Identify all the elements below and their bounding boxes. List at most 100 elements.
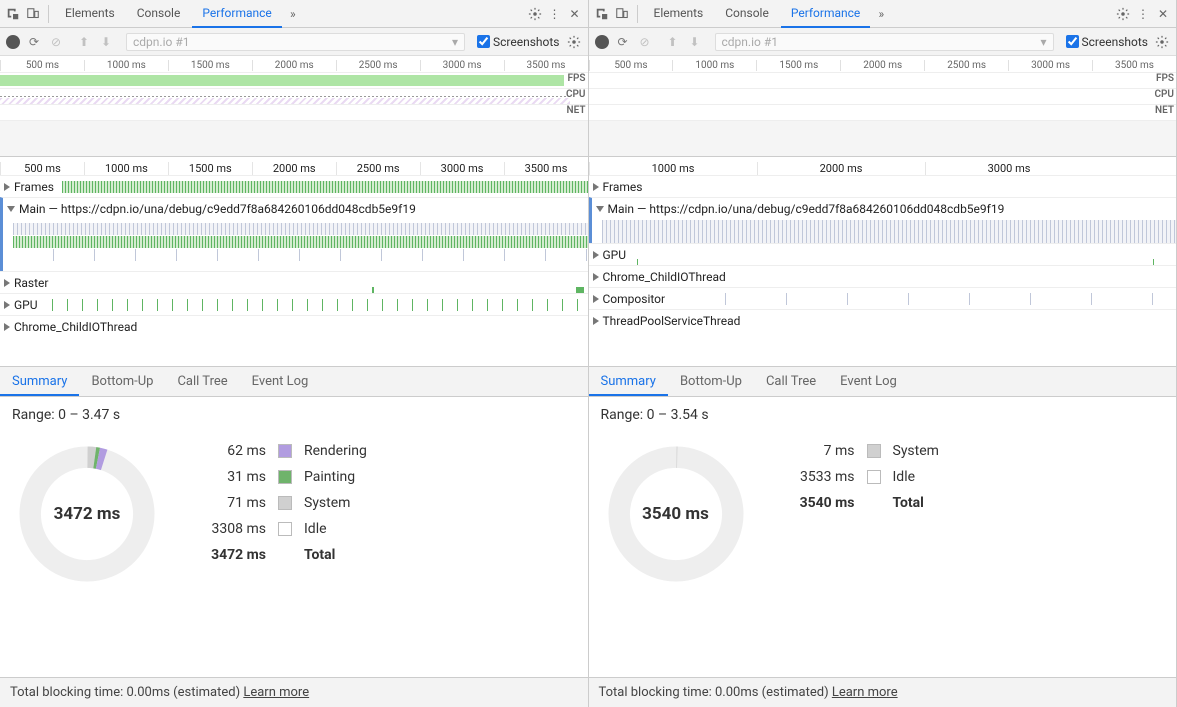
legend-row: 31 msPainting [192, 469, 367, 485]
chevron-down-icon [7, 206, 15, 212]
threadpool-label: ThreadPoolServiceThread [603, 314, 741, 328]
recording-selector[interactable]: cdpn.io #1 ▾ [715, 33, 1054, 51]
devtools-tabbar: Elements Console Performance » ⋮ ✕ [589, 0, 1177, 28]
reload-icon[interactable]: ⟳ [26, 34, 42, 50]
learn-more-link[interactable]: Learn more [243, 685, 309, 700]
kebab-icon[interactable]: ⋮ [1134, 5, 1152, 23]
tab-elements[interactable]: Elements [644, 0, 714, 28]
tab-bottomup[interactable]: Bottom-Up [79, 367, 165, 396]
tick: 1000 ms [672, 60, 756, 71]
cpu-label: CPU [566, 89, 586, 100]
donut-chart: 3540 ms [601, 439, 751, 589]
tab-bottomup[interactable]: Bottom-Up [668, 367, 754, 396]
gear-icon[interactable] [526, 5, 544, 23]
track-childio[interactable]: Chrome_ChildIOThread [0, 315, 588, 337]
track-gpu[interactable]: GPU [0, 293, 588, 315]
clear-icon[interactable]: ⊘ [48, 34, 64, 50]
tick: 1000 ms [84, 162, 168, 175]
settings-gear-icon[interactable] [1154, 34, 1170, 50]
overview-timeline[interactable]: 500 ms 1000 ms 1500 ms 2000 ms 2500 ms 3… [589, 56, 1177, 157]
tick: 2000 ms [252, 162, 336, 175]
tick: 3000 ms [420, 162, 504, 175]
track-gpu[interactable]: GPU [589, 243, 1177, 265]
kebab-icon[interactable]: ⋮ [546, 5, 564, 23]
save-icon[interactable]: ⬇ [98, 34, 114, 50]
flame-chart[interactable]: 1000 ms 2000 ms 3000 ms Frames Main — ht… [589, 157, 1177, 367]
chevron-right-icon [593, 273, 599, 281]
chevron-right-icon [4, 323, 10, 331]
tab-elements[interactable]: Elements [55, 0, 125, 28]
gear-icon[interactable] [1114, 5, 1132, 23]
load-icon[interactable]: ⬆ [665, 34, 681, 50]
cpu-label: CPU [1154, 89, 1174, 100]
legend-left: 62 msRendering31 msPainting71 msSystem33… [192, 439, 367, 667]
legend-swatch [278, 444, 292, 458]
device-toggle-icon[interactable] [613, 5, 631, 23]
tab-summary[interactable]: Summary [589, 367, 668, 396]
tab-eventlog[interactable]: Event Log [828, 367, 909, 396]
legend-swatch [278, 496, 292, 510]
fps-lane: FPS [589, 72, 1177, 88]
track-threadpool[interactable]: ThreadPoolServiceThread [589, 309, 1177, 331]
clear-icon[interactable]: ⊘ [637, 34, 653, 50]
main-bars [3, 220, 588, 271]
learn-more-link[interactable]: Learn more [832, 685, 898, 700]
tick: 2000 ms [252, 60, 336, 71]
track-main[interactable]: Main — https://cdpn.io/una/debug/c9edd7f… [0, 197, 588, 271]
flame-chart[interactable]: 500 ms 1000 ms 1500 ms 2000 ms 2500 ms 3… [0, 157, 588, 367]
settings-gear-icon[interactable] [566, 34, 582, 50]
load-icon[interactable]: ⬆ [76, 34, 92, 50]
detail-tabs: Summary Bottom-Up Call Tree Event Log [589, 367, 1177, 397]
close-icon[interactable]: ✕ [566, 5, 584, 23]
tab-eventlog[interactable]: Event Log [240, 367, 321, 396]
more-tabs-icon[interactable]: » [284, 5, 302, 23]
tick: 500 ms [0, 60, 84, 71]
record-button[interactable] [6, 35, 20, 49]
left-panel: Elements Console Performance » ⋮ ✕ ⟳ ⊘ ⬆… [0, 0, 589, 707]
main-label: Main — https://cdpn.io/una/debug/c9edd7f… [608, 202, 1005, 216]
tab-calltree[interactable]: Call Tree [165, 367, 239, 396]
screenshots-checkbox[interactable]: Screenshots [477, 35, 559, 49]
track-main[interactable]: Main — https://cdpn.io/una/debug/c9edd7f… [589, 197, 1177, 243]
gpu-label: GPU [603, 248, 627, 262]
recording-url: cdpn.io #1 [722, 35, 778, 49]
tab-calltree[interactable]: Call Tree [754, 367, 828, 396]
inspect-icon[interactable] [4, 5, 22, 23]
tick: 2500 ms [336, 60, 420, 71]
more-tabs-icon[interactable]: » [872, 5, 890, 23]
track-compositor[interactable]: Compositor [589, 287, 1177, 309]
track-childio[interactable]: Chrome_ChildIOThread [589, 265, 1177, 287]
legend-ms: 3472 ms [192, 547, 266, 563]
donut-chart: 3472 ms [12, 439, 162, 589]
reload-icon[interactable]: ⟳ [615, 34, 631, 50]
tab-console[interactable]: Console [127, 0, 191, 28]
legend-row: 71 msSystem [192, 495, 367, 511]
track-frames[interactable]: Frames [589, 175, 1177, 197]
save-icon[interactable]: ⬇ [687, 34, 703, 50]
legend-row: 3308 msIdle [192, 521, 367, 537]
tick: 3500 ms [1092, 60, 1176, 71]
tab-console[interactable]: Console [715, 0, 779, 28]
main-bars [602, 220, 1177, 243]
device-toggle-icon[interactable] [24, 5, 42, 23]
track-raster[interactable]: Raster [0, 271, 588, 293]
inspect-icon[interactable] [593, 5, 611, 23]
tick: 2500 ms [336, 162, 420, 175]
record-button[interactable] [595, 35, 609, 49]
screenshots-checkbox[interactable]: Screenshots [1066, 35, 1148, 49]
overview-timeline[interactable]: 500 ms 1000 ms 1500 ms 2000 ms 2500 ms 3… [0, 56, 588, 157]
tab-performance[interactable]: Performance [192, 0, 281, 28]
track-frames[interactable]: Frames [0, 175, 588, 197]
overview-ruler: 500 ms 1000 ms 1500 ms 2000 ms 2500 ms 3… [589, 56, 1177, 72]
tick: 3000 ms [1008, 60, 1092, 71]
tab-performance[interactable]: Performance [781, 0, 870, 28]
chevron-down-icon: ▾ [452, 35, 458, 49]
recording-selector[interactable]: cdpn.io #1 ▾ [126, 33, 465, 51]
tick: 1500 ms [756, 60, 840, 71]
close-icon[interactable]: ✕ [1154, 5, 1172, 23]
legend-ms: 62 ms [192, 443, 266, 459]
tick: 3500 ms [504, 60, 588, 71]
legend-label: Painting [304, 469, 355, 485]
tick: 3000 ms [925, 162, 1093, 175]
tab-summary[interactable]: Summary [0, 367, 79, 396]
